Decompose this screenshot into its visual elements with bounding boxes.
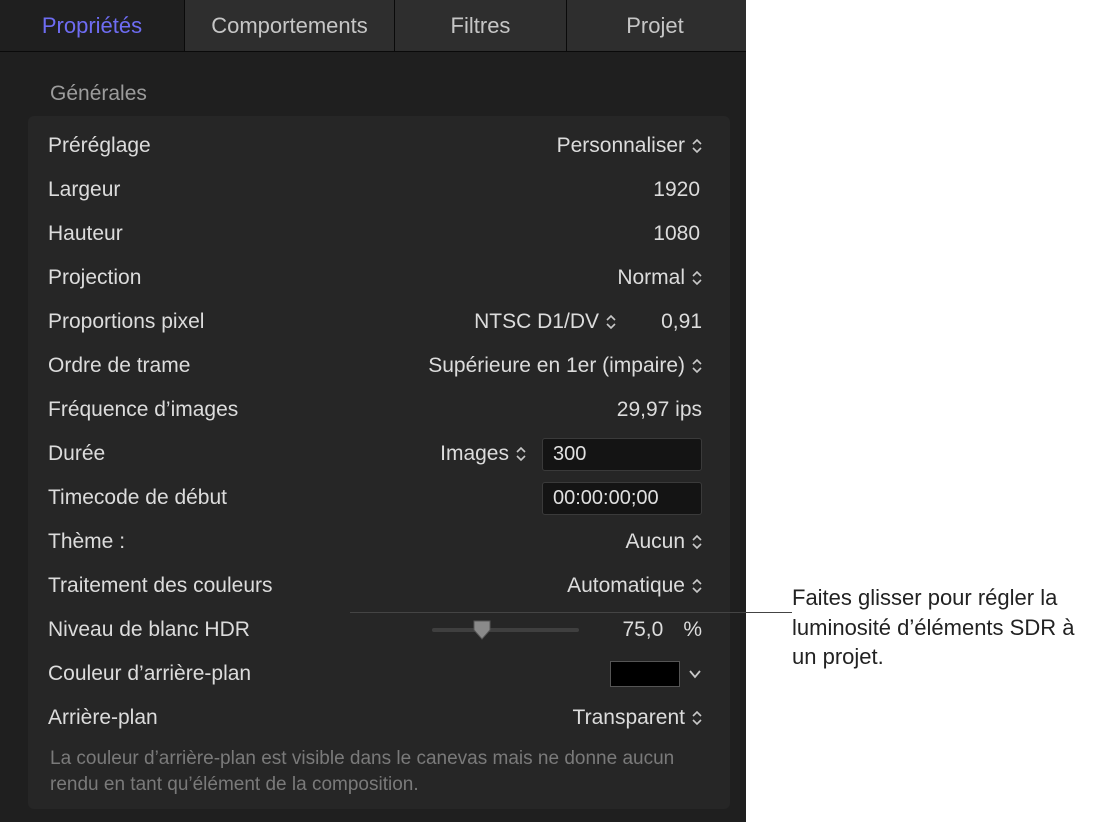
- tab-filtres[interactable]: Filtres: [395, 0, 567, 51]
- row-preset: Préréglage Personnaliser: [48, 124, 716, 168]
- duration-unit: Images: [440, 442, 509, 466]
- inspector-panel: Propriétés Comportements Filtres Projet …: [0, 0, 746, 822]
- field-order-popup[interactable]: Supérieure en 1er (impaire): [428, 354, 702, 378]
- tab-comportements[interactable]: Comportements: [185, 0, 395, 51]
- updown-icon: [692, 710, 702, 726]
- color-proc-popup[interactable]: Automatique: [567, 574, 702, 598]
- row-theme: Thème : Aucun: [48, 520, 716, 564]
- row-color-processing: Traitement des couleurs Automatique: [48, 564, 716, 608]
- general-properties: Préréglage Personnaliser Largeur 1920 Ha…: [28, 116, 730, 809]
- width-label: Largeur: [48, 178, 120, 202]
- start-tc-input[interactable]: [542, 482, 702, 515]
- updown-icon: [692, 578, 702, 594]
- preset-popup[interactable]: Personnaliser: [557, 134, 702, 158]
- projection-label: Projection: [48, 266, 141, 290]
- updown-icon: [516, 446, 526, 462]
- duration-label: Durée: [48, 442, 105, 466]
- updown-icon: [692, 534, 702, 550]
- callout-text: Faites glisser pour régler la luminosité…: [792, 583, 1102, 672]
- duration-unit-popup[interactable]: Images: [440, 442, 526, 466]
- fps-label: Fréquence d’images: [48, 398, 238, 422]
- fps-value[interactable]: 29,97 ips: [617, 398, 702, 422]
- tab-proprietes[interactable]: Propriétés: [0, 0, 185, 51]
- updown-icon: [692, 270, 702, 286]
- row-projection: Projection Normal: [48, 256, 716, 300]
- background-note: La couleur d’arrière-plan est visible da…: [48, 740, 716, 799]
- hdr-value[interactable]: 75,0: [593, 618, 663, 642]
- preset-value: Personnaliser: [557, 134, 685, 158]
- row-background: Arrière-plan Transparent: [48, 696, 716, 740]
- hdr-slider[interactable]: [432, 618, 579, 642]
- start-tc-label: Timecode de début: [48, 486, 227, 510]
- duration-input[interactable]: [542, 438, 702, 471]
- tab-projet[interactable]: Projet: [567, 0, 743, 51]
- preset-label: Préréglage: [48, 134, 151, 158]
- height-value[interactable]: 1080: [653, 222, 702, 246]
- slider-track: [432, 628, 579, 632]
- row-height: Hauteur 1080: [48, 212, 716, 256]
- pixel-aspect-value: NTSC D1/DV: [474, 310, 599, 334]
- field-order-label: Ordre de trame: [48, 354, 190, 378]
- chevron-down-icon[interactable]: [688, 669, 702, 679]
- bgcolor-swatch[interactable]: [610, 661, 680, 687]
- theme-label: Thème :: [48, 530, 125, 554]
- pixel-aspect-popup[interactable]: NTSC D1/DV: [474, 310, 616, 334]
- background-value: Transparent: [573, 706, 685, 730]
- row-width: Largeur 1920: [48, 168, 716, 212]
- field-order-value: Supérieure en 1er (impaire): [428, 354, 685, 378]
- section-header-general: Générales: [0, 52, 746, 116]
- updown-icon: [692, 138, 702, 154]
- callout-leader-line: [350, 612, 792, 613]
- row-start-timecode: Timecode de début: [48, 476, 716, 520]
- bgcolor-label: Couleur d’arrière-plan: [48, 662, 251, 686]
- row-duration: Durée Images: [48, 432, 716, 476]
- height-label: Hauteur: [48, 222, 123, 246]
- color-proc-value: Automatique: [567, 574, 685, 598]
- slider-thumb-icon[interactable]: [473, 620, 491, 640]
- pixel-aspect-label: Proportions pixel: [48, 310, 204, 334]
- updown-icon: [606, 314, 616, 330]
- pixel-aspect-num[interactable]: 0,91: [632, 310, 702, 334]
- row-fps: Fréquence d’images 29,97 ips: [48, 388, 716, 432]
- projection-popup[interactable]: Normal: [617, 266, 702, 290]
- projection-value: Normal: [617, 266, 685, 290]
- color-proc-label: Traitement des couleurs: [48, 574, 273, 598]
- row-field-order: Ordre de trame Supérieure en 1er (impair…: [48, 344, 716, 388]
- row-background-color: Couleur d’arrière-plan: [48, 652, 716, 696]
- theme-value: Aucun: [625, 530, 685, 554]
- hdr-label: Niveau de blanc HDR: [48, 618, 250, 642]
- updown-icon: [692, 358, 702, 374]
- theme-popup[interactable]: Aucun: [625, 530, 702, 554]
- row-pixel-aspect: Proportions pixel NTSC D1/DV 0,91: [48, 300, 716, 344]
- tab-bar: Propriétés Comportements Filtres Projet: [0, 0, 746, 52]
- row-hdr-white-level: Niveau de blanc HDR 75,0 %: [48, 608, 716, 652]
- background-label: Arrière-plan: [48, 706, 158, 730]
- width-value[interactable]: 1920: [653, 178, 702, 202]
- hdr-unit: %: [683, 618, 702, 642]
- background-popup[interactable]: Transparent: [573, 706, 702, 730]
